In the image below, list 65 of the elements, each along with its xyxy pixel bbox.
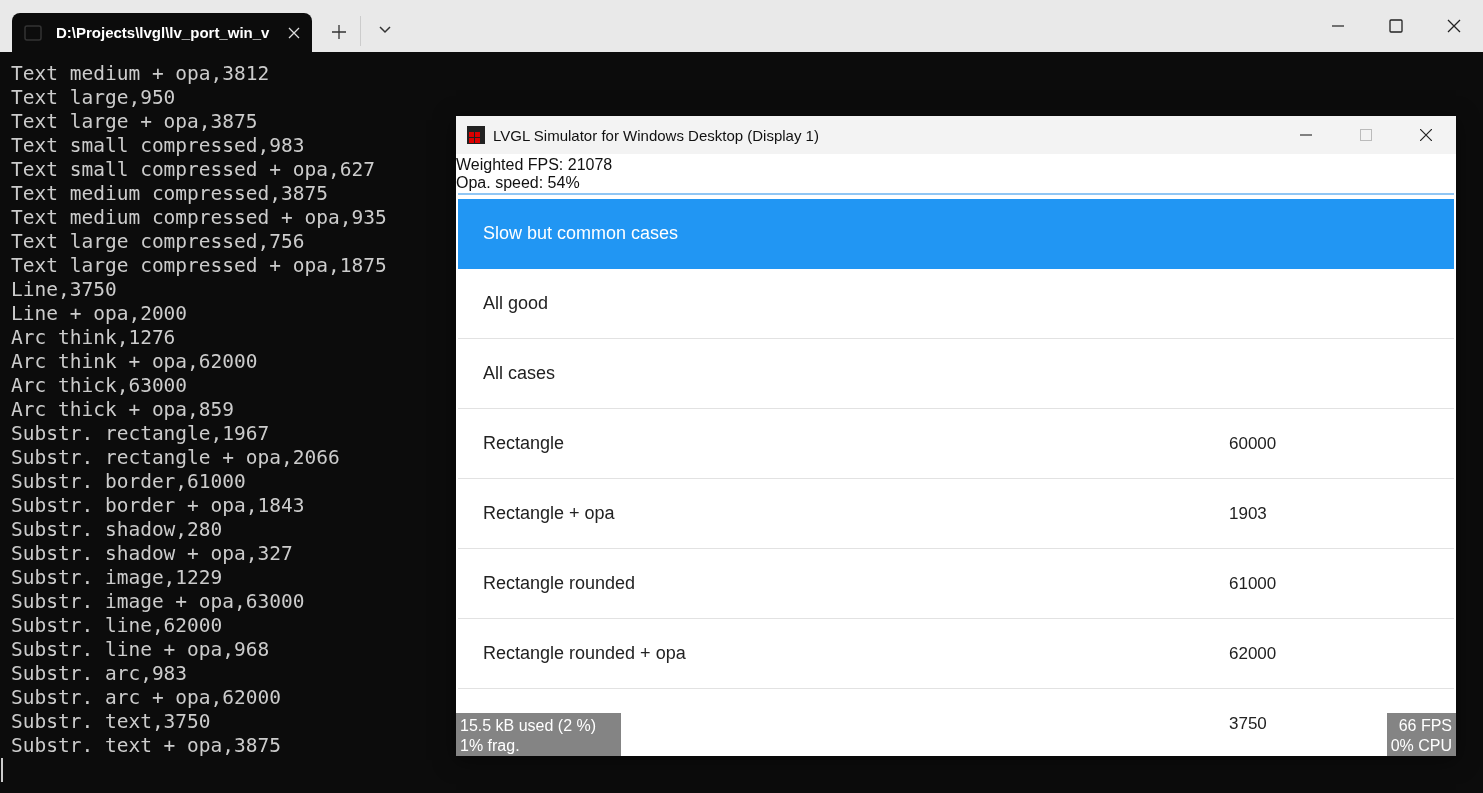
item-label: Rectangle + opa xyxy=(483,503,616,524)
tab-title: D:\Projects\lvgl\lv_port_win_v xyxy=(56,24,271,41)
output-line: Substr. image + opa,63000 xyxy=(11,590,305,614)
output-line: Text large compressed + opa,1875 xyxy=(11,254,387,278)
output-line: Substr. arc,983 xyxy=(11,662,188,686)
output-line: Substr. line + opa,968 xyxy=(11,638,270,662)
output-line: Arc think,1276 xyxy=(11,326,176,350)
window-title: LVGL Simulator for Windows Desktop (Display 1) xyxy=(493,126,819,144)
output-line: Substr. line,62000 xyxy=(11,614,223,638)
item-value: 62000 xyxy=(1229,643,1277,664)
item-value: 3750 xyxy=(1229,713,1267,734)
output-line: Substr. text + opa,3875 xyxy=(11,734,282,758)
terminal-icon xyxy=(24,24,42,41)
list-item[interactable]: All cases xyxy=(458,339,1454,409)
output-line: Arc think + opa,62000 xyxy=(11,350,258,374)
item-label: Rectangle rounded + opa xyxy=(483,643,687,664)
list-item[interactable]: Rectangle rounded 61000 xyxy=(458,549,1454,619)
output-line: Text medium + opa,3812 xyxy=(11,62,270,86)
output-line: Substr. rectangle,1967 xyxy=(11,422,270,446)
output-line: Line + opa,2000 xyxy=(11,302,188,326)
output-line: Text large + opa,3875 xyxy=(11,110,258,134)
item-label: Slow but common cases xyxy=(483,223,680,244)
maximize-icon xyxy=(1360,129,1372,141)
output-line: Text small compressed,983 xyxy=(11,134,305,158)
text-cursor-icon xyxy=(1,758,3,782)
terminal-tab[interactable]: D:\Projects\lvgl\lv_port_win_v xyxy=(12,13,312,52)
stat-text: Weighted FPS: 21078 xyxy=(456,156,614,174)
item-label: All cases xyxy=(483,363,557,384)
maximize-icon[interactable] xyxy=(1389,19,1403,33)
output-line: Substr. arc + opa,62000 xyxy=(11,686,282,710)
list-item[interactable]: Rectangle + opa 1903 xyxy=(458,479,1454,549)
monitor-text: 1% frag. xyxy=(460,736,521,756)
item-label: Rectangle xyxy=(483,433,566,454)
close-icon[interactable] xyxy=(1420,129,1432,141)
output-line: Substr. shadow + opa,327 xyxy=(11,542,293,566)
output-line: Text large compressed,756 xyxy=(11,230,305,254)
output-line: Text small compressed + opa,627 xyxy=(11,158,375,182)
stat-text: Opa. speed: 54% xyxy=(456,174,581,192)
item-value: 1903 xyxy=(1229,503,1267,524)
close-icon[interactable] xyxy=(1447,19,1461,33)
output-line: Substr. shadow,280 xyxy=(11,518,223,542)
app-logo-icon xyxy=(467,126,485,144)
output-line: Substr. rectangle + opa,2066 xyxy=(11,446,340,470)
new-tab-icon[interactable] xyxy=(332,25,346,39)
monitor-text: 66 FPS xyxy=(1397,716,1452,736)
item-label: All good xyxy=(483,293,550,314)
list-item[interactable]: Rectangle rounded + opa 62000 xyxy=(458,619,1454,689)
item-value: 60000 xyxy=(1229,433,1277,454)
item-value: 61000 xyxy=(1229,573,1277,594)
output-line: Text medium compressed,3875 xyxy=(11,182,328,206)
output-line: Substr. border,61000 xyxy=(11,470,246,494)
output-line: Text medium compressed + opa,935 xyxy=(11,206,387,230)
output-line: Line,3750 xyxy=(11,278,117,302)
dropdown-icon[interactable] xyxy=(379,26,391,34)
monitor-text: 15.5 kB used (2 %) xyxy=(460,716,598,736)
list-item[interactable]: Rectangle 60000 xyxy=(458,409,1454,479)
output-line: Substr. text,3750 xyxy=(11,710,211,734)
output-line: Substr. image,1229 xyxy=(11,566,223,590)
item-label: Rectangle rounded xyxy=(483,573,637,594)
output-line: Substr. border + opa,1843 xyxy=(11,494,305,518)
output-line: Arc thick,63000 xyxy=(11,374,188,398)
list-item[interactable]: All good xyxy=(458,269,1454,339)
output-line: Arc thick + opa,859 xyxy=(11,398,235,422)
output-line: Text large,950 xyxy=(11,86,176,110)
monitor-text: 0% CPU xyxy=(1390,736,1452,756)
